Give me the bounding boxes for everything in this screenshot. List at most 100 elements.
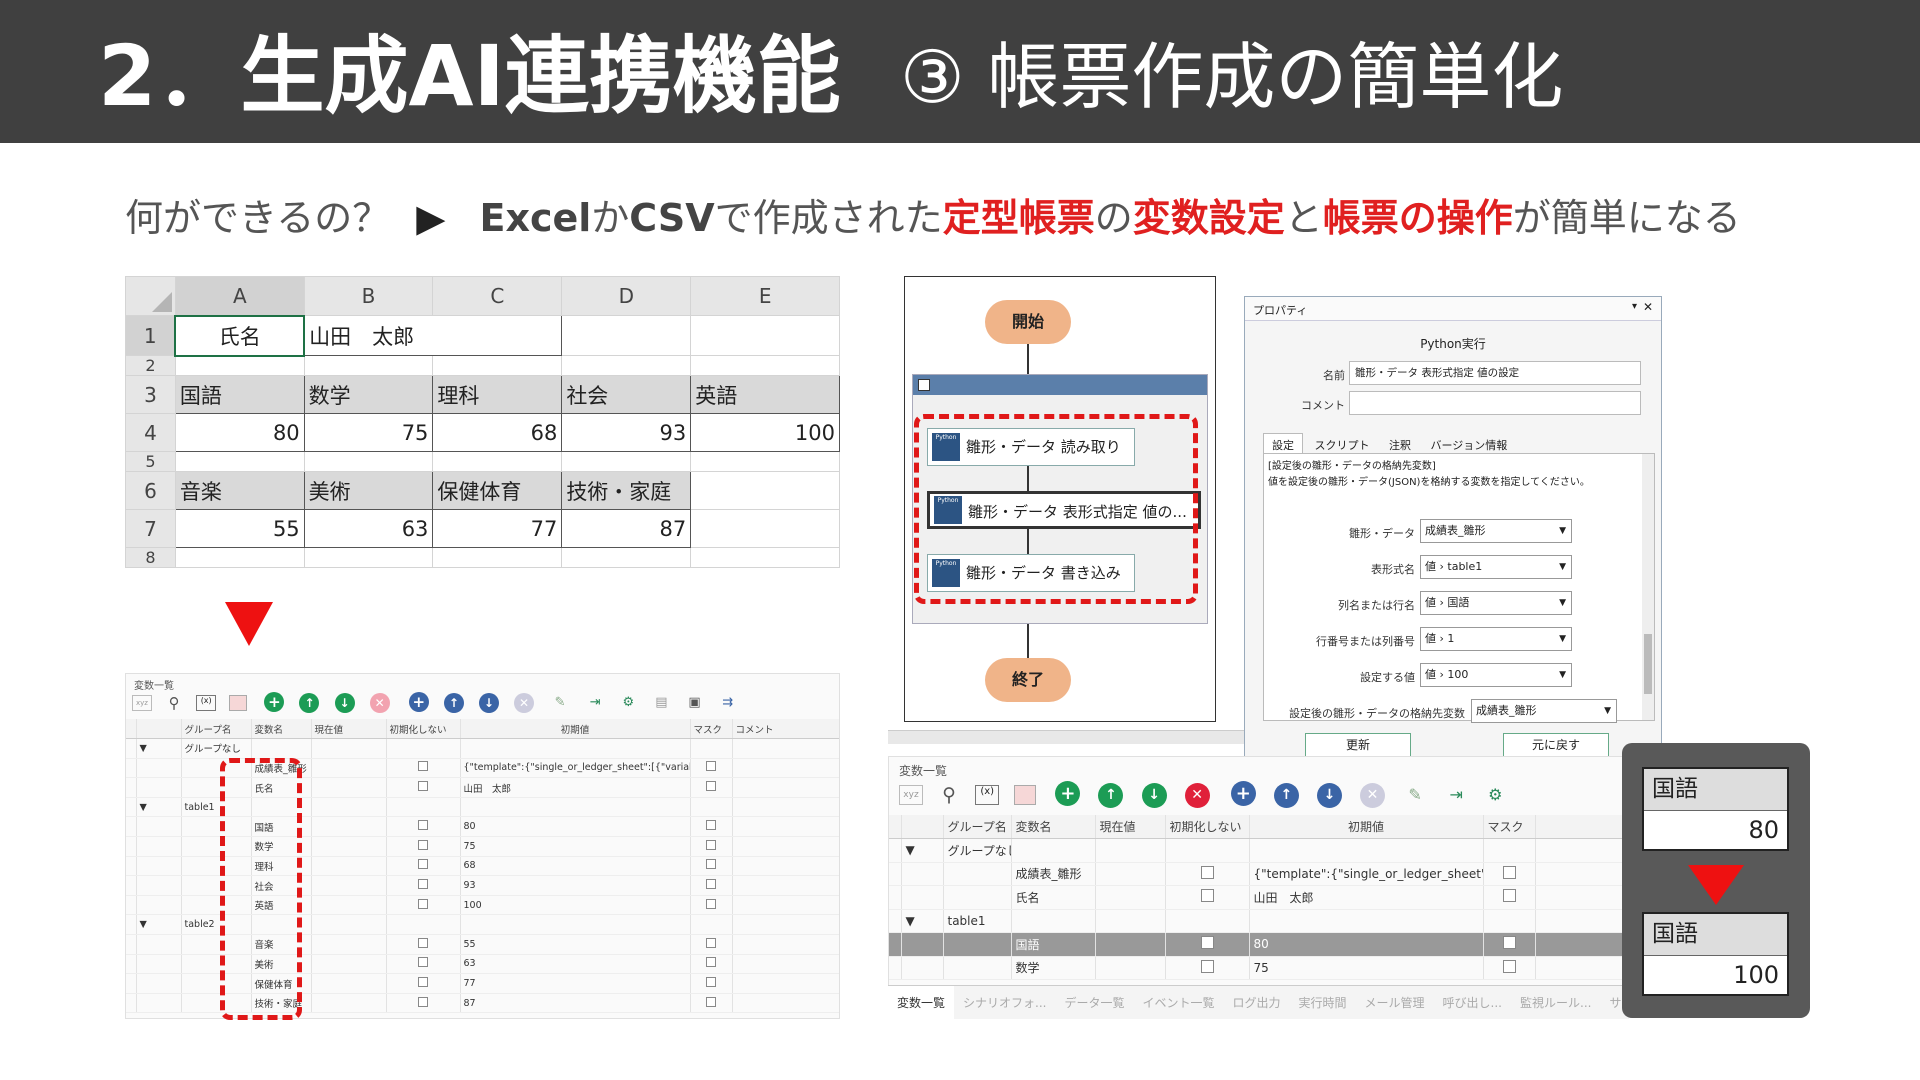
subject-header-cell[interactable]: 数学 [303, 375, 434, 414]
initial-value[interactable]: 68 [460, 856, 691, 877]
delete-grid-icon[interactable] [229, 694, 248, 711]
search-icon[interactable]: ⚲ [165, 694, 183, 712]
row-header[interactable]: 1 [125, 315, 176, 356]
header-cell[interactable]: 初期値 [460, 719, 691, 740]
cell[interactable] [690, 451, 840, 472]
cell[interactable] [432, 355, 563, 376]
cell[interactable] [690, 547, 840, 568]
template-dropdown[interactable]: 成績表_雛形 ▼ [1420, 519, 1572, 543]
header-cell[interactable]: 現在値 [1095, 815, 1166, 839]
mask-checkbox[interactable] [706, 957, 716, 968]
mask-checkbox[interactable] [706, 781, 716, 792]
tab-call[interactable]: 呼び出し... [1434, 986, 1511, 1019]
add-icon[interactable]: + [264, 692, 285, 712]
var-icon-button[interactable]: xyz [899, 784, 923, 805]
edit-icon[interactable]: ✎ [551, 695, 569, 710]
cell[interactable] [303, 547, 434, 568]
row-header[interactable]: 6 [125, 471, 176, 510]
filter-icon[interactable]: ⇉ [719, 695, 737, 710]
initial-value[interactable]: 75 [460, 836, 691, 857]
add-group-icon[interactable]: + [1230, 781, 1256, 806]
cell[interactable] [432, 451, 563, 472]
subject-header-cell[interactable]: 国語 [174, 375, 305, 414]
cell[interactable] [174, 451, 305, 472]
set-value-dropdown[interactable]: 値 › 100 ▼ [1420, 663, 1572, 687]
table-name-dropdown[interactable]: 値 › table1 ▼ [1420, 555, 1572, 579]
cell[interactable] [303, 451, 434, 472]
initial-value[interactable]: 山田 太郎 [460, 777, 691, 798]
header-cell[interactable]: グループ名 [181, 719, 252, 740]
v-scrollbar[interactable] [1642, 454, 1654, 720]
up-icon[interactable]: ↑ [299, 693, 320, 713]
cell[interactable] [690, 471, 840, 510]
header-cell[interactable]: 初期値 [1249, 815, 1484, 839]
header-cell[interactable]: 現在値 [311, 719, 387, 740]
mask-checkbox[interactable] [706, 820, 716, 831]
initial-value[interactable]: 77 [460, 973, 691, 994]
score-cell[interactable]: 55 [174, 509, 305, 548]
cell[interactable] [174, 355, 305, 376]
cell[interactable] [174, 547, 305, 568]
cell[interactable] [690, 355, 840, 376]
output-variable-dropdown[interactable]: 成績表_雛形 ▼ [1471, 699, 1617, 723]
delete-grid-icon[interactable] [1014, 784, 1037, 805]
header-cell[interactable]: マスク [1483, 815, 1536, 839]
group-row[interactable]: table1 [943, 909, 1012, 933]
mask-checkbox[interactable] [706, 898, 716, 909]
add-icon[interactable]: + [1055, 781, 1081, 806]
add-group-icon[interactable]: + [408, 692, 429, 712]
variable-name[interactable]: 国語 [1011, 932, 1096, 957]
clear-var-icon[interactable]: (x) [196, 694, 217, 711]
mask-checkbox[interactable] [706, 879, 716, 890]
mask-checkbox[interactable] [706, 996, 716, 1007]
header-cell[interactable]: コメント [732, 719, 839, 740]
tab-monitor[interactable]: 監視ルール... [1511, 986, 1600, 1019]
pin-icon[interactable]: ▾ [1632, 301, 1637, 312]
header-cell[interactable]: 変数名 [251, 719, 312, 740]
import-icon[interactable]: ⇥ [1445, 785, 1467, 804]
mask-checkbox[interactable] [1502, 959, 1516, 973]
row-header[interactable]: 5 [125, 451, 176, 472]
mask-checkbox[interactable] [706, 937, 716, 948]
row-header[interactable]: 3 [125, 375, 176, 414]
row-header[interactable]: 8 [125, 547, 176, 568]
score-cell[interactable]: 63 [303, 509, 434, 548]
scroll-thumb[interactable] [1644, 634, 1652, 694]
column-header[interactable]: A [174, 276, 305, 316]
header-cell[interactable]: 初期化しない [1165, 815, 1250, 839]
subject-header-cell[interactable]: 音楽 [174, 471, 305, 510]
cell[interactable] [690, 315, 840, 356]
tree-icon[interactable]: ⚙ [619, 695, 637, 710]
score-cell[interactable]: 77 [432, 509, 563, 548]
column-name-dropdown[interactable]: 値 › 国語 ▼ [1420, 591, 1572, 615]
score-cell[interactable]: 75 [303, 413, 434, 452]
subject-header-cell[interactable]: 理科 [432, 375, 563, 414]
name-field[interactable]: 雛形・データ 表形式指定 値の設定 [1349, 361, 1641, 385]
no-init-checkbox[interactable] [1200, 889, 1214, 903]
tab-data[interactable]: データ一覧 [1055, 986, 1133, 1019]
initial-value[interactable]: 100 [460, 895, 691, 916]
tab-runtime[interactable]: 実行時間 [1290, 986, 1356, 1019]
no-init-checkbox[interactable] [418, 761, 428, 772]
no-init-checkbox[interactable] [418, 977, 428, 988]
cell[interactable] [561, 315, 692, 356]
column-header[interactable]: C [432, 276, 563, 316]
no-init-checkbox[interactable] [1200, 959, 1214, 973]
subject-header-cell[interactable]: 技術・家庭 [561, 471, 692, 510]
no-init-checkbox[interactable] [418, 820, 428, 831]
column-header[interactable]: D [561, 276, 692, 316]
subject-header-cell[interactable]: 保健体育 [432, 471, 563, 510]
tab-scenario[interactable]: シナリオフォ... [954, 986, 1055, 1019]
initial-value[interactable]: 87 [460, 993, 691, 1014]
down-icon[interactable]: ↓ [1141, 783, 1167, 808]
row-header[interactable]: 7 [125, 509, 176, 548]
score-cell[interactable]: 80 [174, 413, 305, 452]
group-row[interactable]: グループなし [181, 738, 252, 759]
move-up-icon[interactable]: ↑ [1273, 783, 1299, 808]
settings-icon[interactable]: ▣ [686, 695, 704, 710]
column-header[interactable]: E [690, 276, 840, 316]
initial-value[interactable]: 63 [460, 954, 691, 975]
initial-value[interactable]: 80 [460, 816, 691, 838]
remove-icon[interactable]: ✕ [369, 693, 390, 713]
close-icon[interactable]: ✕ [1643, 300, 1653, 314]
